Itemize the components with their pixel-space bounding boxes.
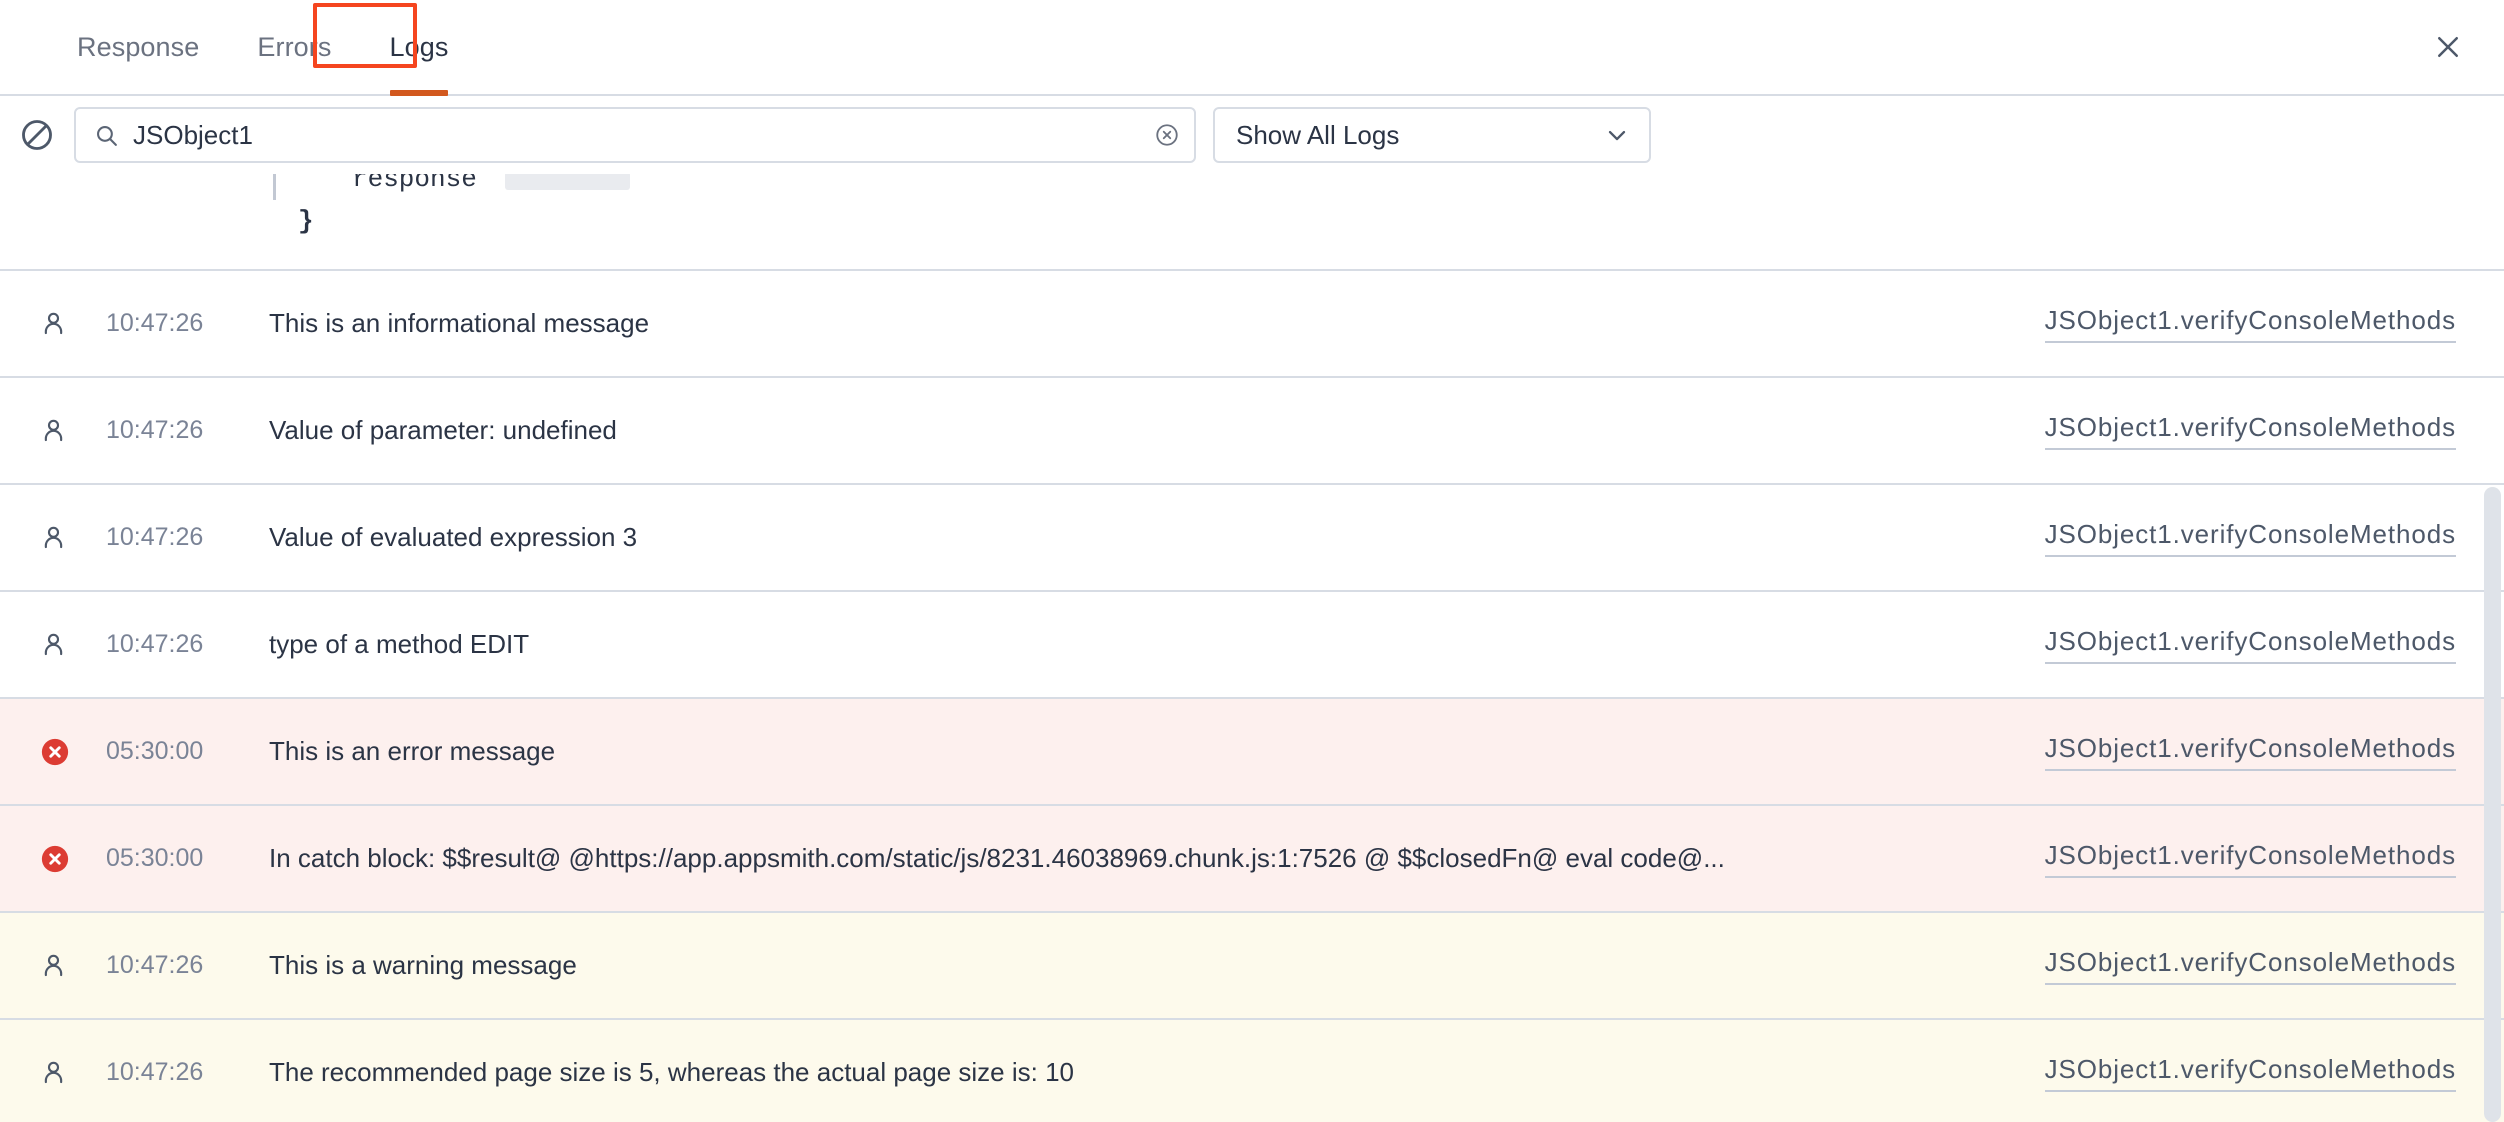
search-input[interactable] xyxy=(133,109,1144,161)
clear-search-icon[interactable] xyxy=(1154,122,1180,148)
close-button[interactable] xyxy=(2430,29,2466,65)
log-message: The recommended page size is 5, whereas … xyxy=(269,1057,2015,1088)
log-source-link[interactable]: JSObject1.verifyConsoleMethods xyxy=(2045,626,2456,664)
log-message: This is an informational message xyxy=(269,308,2015,339)
user-icon xyxy=(40,417,67,444)
log-row[interactable]: 05:30:00 This is an error message JSObject… xyxy=(0,699,2504,806)
code-indent-guide xyxy=(273,174,276,200)
log-source-link[interactable]: JSObject1.verifyConsoleMethods xyxy=(2045,733,2456,771)
log-message: Value of parameter: undefined xyxy=(269,415,2015,446)
partial-log-row: response } xyxy=(0,174,2504,271)
search-icon xyxy=(94,123,119,148)
log-timestamp: 05:30:00 xyxy=(106,844,241,873)
log-timestamp: 05:30:00 xyxy=(106,737,241,766)
active-tab-underline xyxy=(390,90,449,96)
partial-code-block: response } xyxy=(0,174,2504,268)
log-row[interactable]: 05:30:00 In catch block: $$result@ @https… xyxy=(0,806,2504,913)
user-icon xyxy=(40,310,67,337)
log-timestamp: 10:47:26 xyxy=(106,630,241,659)
tab-response[interactable]: Response xyxy=(48,0,228,94)
log-timestamp: 10:47:26 xyxy=(106,523,241,552)
log-source-link[interactable]: JSObject1.verifyConsoleMethods xyxy=(2045,519,2456,557)
log-severity-info xyxy=(40,417,84,444)
log-timestamp: 10:47:26 xyxy=(106,951,241,980)
log-message: Value of evaluated expression 3 xyxy=(269,522,2015,553)
chevron-down-icon xyxy=(1603,121,1631,149)
log-source-link[interactable]: JSObject1.verifyConsoleMethods xyxy=(2045,947,2456,985)
log-timestamp: 10:47:26 xyxy=(106,1058,241,1087)
partial-code-key: response xyxy=(352,174,477,194)
log-list-scrollbar-thumb[interactable] xyxy=(2484,487,2501,1122)
log-severity-error xyxy=(40,844,84,874)
log-severity-info xyxy=(40,524,84,551)
user-icon xyxy=(40,1059,67,1086)
close-icon xyxy=(2433,32,2463,62)
filter-bar: Show All Logs xyxy=(0,96,2504,174)
error-icon xyxy=(40,737,70,767)
no-entry-icon xyxy=(19,117,55,153)
error-icon xyxy=(40,844,70,874)
partial-code-brace: } xyxy=(298,206,314,236)
log-row[interactable]: 10:47:26 This is an informational message… xyxy=(0,271,2504,378)
log-message: In catch block: $$result@ @https://app.a… xyxy=(269,843,2015,874)
log-row[interactable]: 10:47:26 type of a method EDIT JSObject1.v… xyxy=(0,592,2504,699)
user-icon xyxy=(40,952,67,979)
log-severity-info xyxy=(40,1059,84,1086)
severity-filter-value: Show All Logs xyxy=(1236,120,1399,151)
log-severity-info xyxy=(40,310,84,337)
log-list-scrollbar[interactable] xyxy=(2482,174,2504,1122)
log-timestamp: 10:47:26 xyxy=(106,416,241,445)
log-severity-error xyxy=(40,737,84,767)
log-timestamp: 10:47:26 xyxy=(106,309,241,338)
user-icon xyxy=(40,524,67,551)
clear-logs-button[interactable] xyxy=(14,112,60,158)
user-icon xyxy=(40,631,67,658)
tab-bar: Response Errors Logs xyxy=(0,0,2504,96)
log-list: response } 10:47:26 This is an informatio… xyxy=(0,174,2504,1122)
code-value-placeholder xyxy=(505,174,630,190)
log-message: type of a method EDIT xyxy=(269,629,2015,660)
log-severity-info xyxy=(40,952,84,979)
tab-errors-label: Errors xyxy=(257,32,331,63)
log-rows-container: 10:47:26 This is an informational message… xyxy=(0,271,2504,1122)
search-field[interactable] xyxy=(74,107,1196,163)
tab-response-label: Response xyxy=(77,32,199,63)
log-source-link[interactable]: JSObject1.verifyConsoleMethods xyxy=(2045,840,2456,878)
log-source-link[interactable]: JSObject1.verifyConsoleMethods xyxy=(2045,412,2456,450)
tab-logs-label: Logs xyxy=(390,32,449,63)
tab-list: Response Errors Logs xyxy=(48,0,477,94)
log-source-link[interactable]: JSObject1.verifyConsoleMethods xyxy=(2045,305,2456,343)
tab-logs[interactable]: Logs xyxy=(361,0,478,94)
log-message: This is a warning message xyxy=(269,950,2015,981)
log-severity-info xyxy=(40,631,84,658)
log-source-link[interactable]: JSObject1.verifyConsoleMethods xyxy=(2045,1054,2456,1092)
log-row[interactable]: 10:47:26 Value of evaluated expression 3 J… xyxy=(0,485,2504,592)
log-row[interactable]: 10:47:26 The recommended page size is 5, … xyxy=(0,1020,2504,1122)
log-message: This is an error message xyxy=(269,736,2015,767)
logs-panel: Response Errors Logs xyxy=(0,0,2504,1122)
severity-filter-select[interactable]: Show All Logs xyxy=(1213,107,1651,163)
tab-errors[interactable]: Errors xyxy=(228,0,360,94)
log-row[interactable]: 10:47:26 This is a warning message JSObjec… xyxy=(0,913,2504,1020)
log-row[interactable]: 10:47:26 Value of parameter: undefined JSO… xyxy=(0,378,2504,485)
